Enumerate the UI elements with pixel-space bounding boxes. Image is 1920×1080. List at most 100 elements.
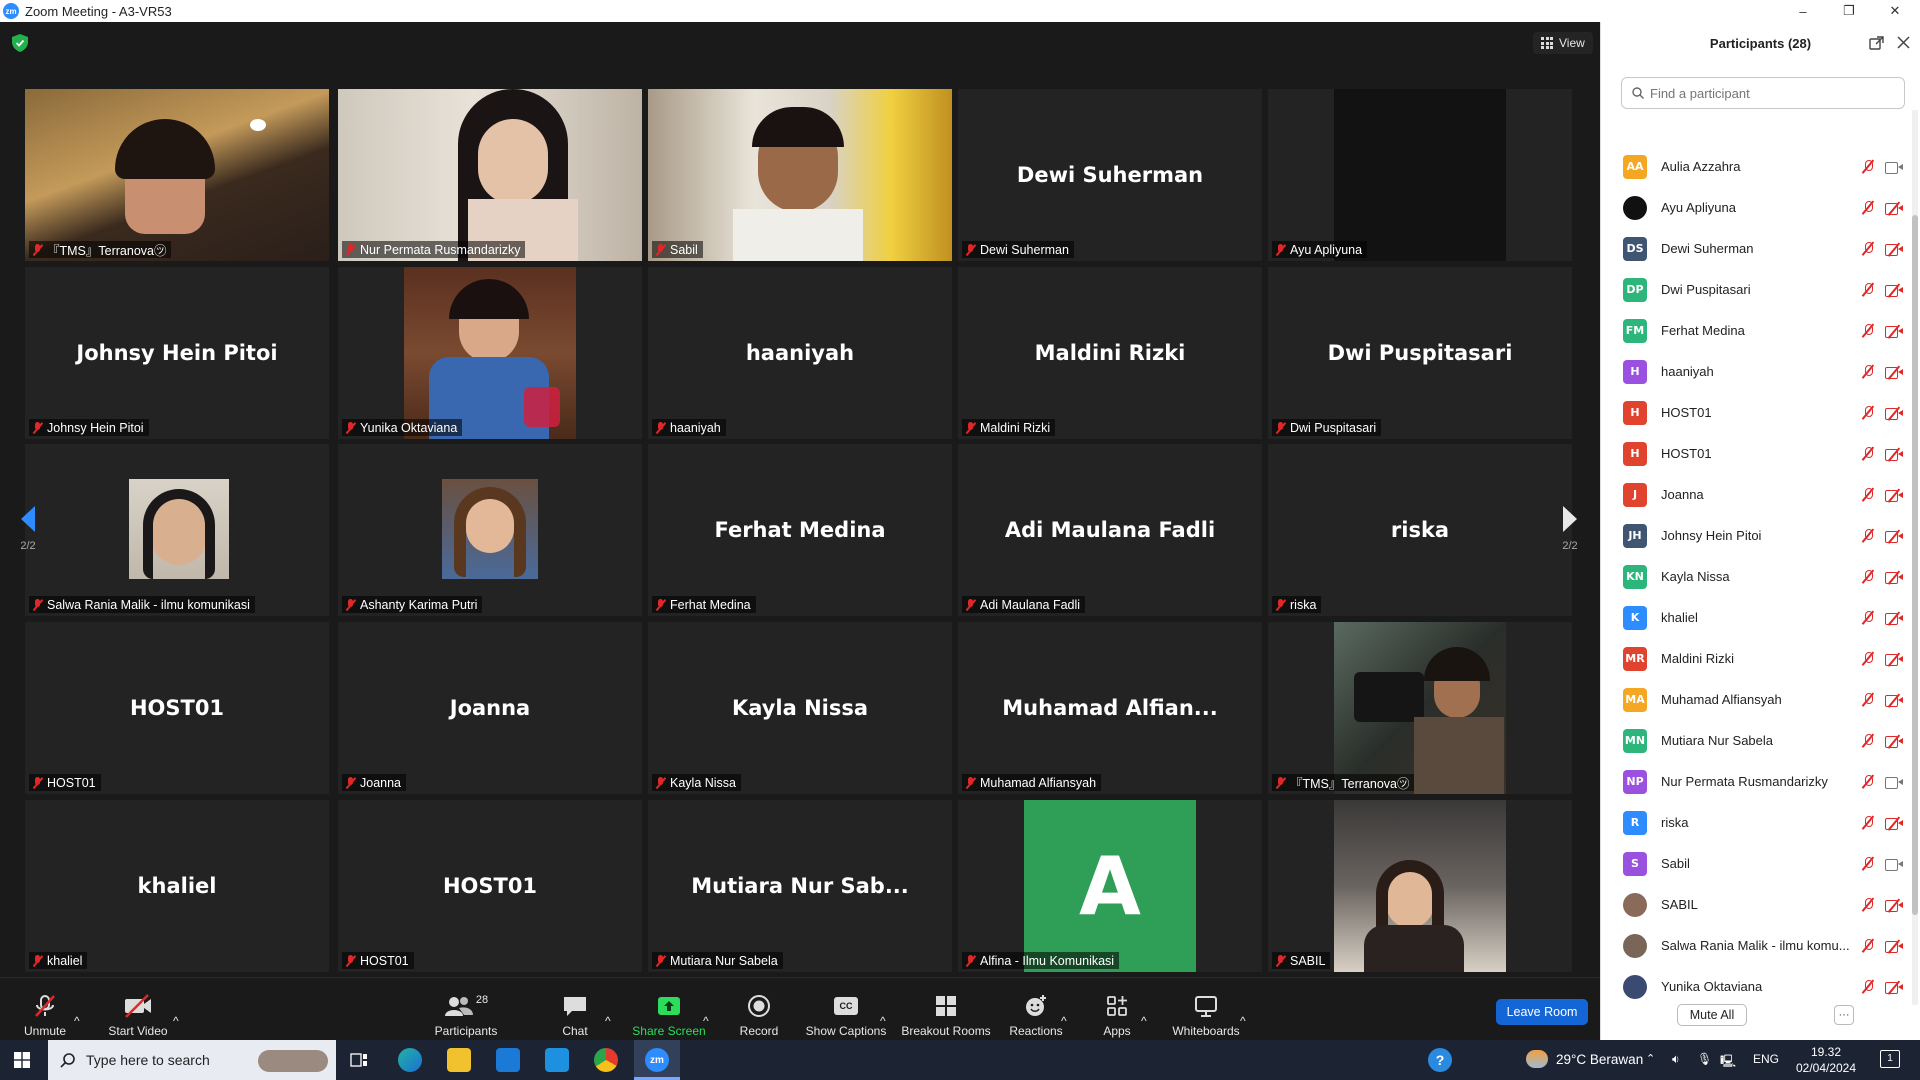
zoom-app-icon[interactable]: zm	[645, 1048, 669, 1072]
mic-muted-icon[interactable]	[1861, 610, 1875, 625]
mic-muted-icon[interactable]	[1861, 364, 1875, 379]
video-tile[interactable]: haaniyah haaniyah	[648, 267, 952, 439]
video-tile[interactable]: Salwa Rania Malik - ilmu komunikasi	[25, 444, 329, 616]
mic-muted-icon[interactable]	[1861, 241, 1875, 256]
panel-scrollbar[interactable]	[1912, 110, 1918, 1005]
video-tile[interactable]: Joanna Joanna	[338, 622, 642, 794]
mic-muted-icon[interactable]	[1861, 200, 1875, 215]
breakout-rooms-button[interactable]: Breakout Rooms	[900, 982, 992, 1038]
chrome-browser-icon[interactable]	[594, 1048, 618, 1072]
microphone-icon[interactable]: 🎙︎	[1697, 1052, 1712, 1066]
task-view-icon[interactable]	[350, 1052, 368, 1068]
participant-row[interactable]: MA Muhamad Alfiansyah	[1623, 679, 1903, 720]
file-explorer-icon[interactable]	[447, 1048, 471, 1072]
start-video-button[interactable]: Start Video	[105, 982, 171, 1038]
network-icon[interactable]: 🖳︎	[1720, 1052, 1736, 1073]
whiteboards-options-caret[interactable]: ^	[1240, 972, 1246, 1028]
share-screen-button[interactable]: Share Screen	[632, 982, 706, 1038]
video-tile[interactable]: Nur Permata Rusmandarizky	[338, 89, 642, 261]
participant-row[interactable]: FM Ferhat Medina	[1623, 310, 1903, 351]
taskbar-search[interactable]: Type here to search	[48, 1040, 336, 1080]
mic-muted-icon[interactable]	[1861, 856, 1875, 871]
video-tile[interactable]: Ayu Apliyuna	[1268, 89, 1572, 261]
chat-button[interactable]: Chat	[560, 982, 590, 1038]
close-panel-icon[interactable]	[1897, 36, 1910, 49]
participant-row[interactable]: Ayu Apliyuna	[1623, 187, 1903, 228]
video-off-icon[interactable]	[1885, 448, 1903, 461]
mic-muted-icon[interactable]	[1861, 487, 1875, 502]
previous-page-button[interactable]: 2/2	[10, 484, 46, 574]
video-off-icon[interactable]	[1885, 407, 1903, 420]
mic-muted-icon[interactable]	[1861, 405, 1875, 420]
participant-row[interactable]: H HOST01	[1623, 433, 1903, 474]
whiteboards-button[interactable]: Whiteboards	[1170, 982, 1242, 1038]
video-tile[interactable]: Muhamad Alfian... Muhamad Alfiansyah	[958, 622, 1262, 794]
participant-row[interactable]: MR Maldini Rizki	[1623, 638, 1903, 679]
mic-muted-icon[interactable]	[1861, 323, 1875, 338]
mic-muted-icon[interactable]	[1861, 651, 1875, 666]
video-tile[interactable]: Adi Maulana Fadli Adi Maulana Fadli	[958, 444, 1262, 616]
video-tile[interactable]: 『TMS』Terranova㋡	[1268, 622, 1572, 794]
participant-row[interactable]: DP Dwi Puspitasari	[1623, 269, 1903, 310]
reactions-button[interactable]: Reactions	[1008, 982, 1064, 1038]
video-off-icon[interactable]	[1885, 489, 1903, 502]
video-off-icon[interactable]	[1885, 981, 1903, 994]
video-tile[interactable]: Dewi Suherman Dewi Suherman	[958, 89, 1262, 261]
video-tile[interactable]: Johnsy Hein Pitoi Johnsy Hein Pitoi	[25, 267, 329, 439]
video-options-caret[interactable]: ^	[173, 972, 179, 1028]
participant-row[interactable]: KN Kayla Nissa	[1623, 556, 1903, 597]
video-on-icon[interactable]	[1885, 776, 1903, 789]
video-off-icon[interactable]	[1885, 735, 1903, 748]
close-window-button[interactable]: ✕	[1872, 0, 1918, 22]
video-off-icon[interactable]	[1885, 202, 1903, 215]
video-off-icon[interactable]	[1885, 325, 1903, 338]
help-icon[interactable]: ?	[1428, 1048, 1452, 1072]
video-tile[interactable]: 『TMS』Terranova㋡	[25, 89, 329, 261]
more-options-button[interactable]: ···	[1834, 1005, 1854, 1025]
view-button[interactable]: View	[1533, 32, 1593, 54]
mic-muted-icon[interactable]	[1861, 815, 1875, 830]
mic-muted-icon[interactable]	[1861, 733, 1875, 748]
video-tile[interactable]: Ashanty Karima Putri	[338, 444, 642, 616]
minimize-button[interactable]: –	[1780, 0, 1826, 22]
video-tile[interactable]: HOST01 HOST01	[338, 800, 642, 972]
participant-row[interactable]: NP Nur Permata Rusmandarizky	[1623, 761, 1903, 802]
video-on-icon[interactable]	[1885, 161, 1903, 174]
scrollbar-thumb[interactable]	[1912, 215, 1918, 915]
security-shield-icon[interactable]	[12, 34, 28, 52]
restore-button[interactable]: ❐	[1826, 0, 1872, 22]
weather-text[interactable]: 29°C Berawan	[1556, 1052, 1643, 1067]
participant-row[interactable]: DS Dewi Suherman	[1623, 228, 1903, 269]
participant-search[interactable]	[1621, 77, 1905, 109]
mute-all-button[interactable]: Mute All	[1677, 1004, 1747, 1026]
popout-icon[interactable]	[1869, 36, 1884, 51]
windows-start-icon[interactable]	[14, 1052, 30, 1068]
mic-muted-icon[interactable]	[1861, 569, 1875, 584]
mic-muted-icon[interactable]	[1861, 528, 1875, 543]
video-on-icon[interactable]	[1885, 858, 1903, 871]
video-off-icon[interactable]	[1885, 694, 1903, 707]
mic-muted-icon[interactable]	[1861, 282, 1875, 297]
participant-row[interactable]: S Sabil	[1623, 843, 1903, 884]
video-tile[interactable]: Kayla Nissa Kayla Nissa	[648, 622, 952, 794]
participants-button[interactable]: 28 Participants	[432, 982, 500, 1038]
edge-browser-icon[interactable]	[398, 1048, 422, 1072]
participant-row[interactable]: H HOST01	[1623, 392, 1903, 433]
mic-muted-icon[interactable]	[1861, 938, 1875, 953]
chat-options-caret[interactable]: ^	[605, 972, 611, 1028]
video-tile[interactable]: Yunika Oktaviana	[338, 267, 642, 439]
video-off-icon[interactable]	[1885, 899, 1903, 912]
audio-options-caret[interactable]: ^	[74, 972, 80, 1028]
reactions-options-caret[interactable]: ^	[1061, 972, 1067, 1028]
video-tile[interactable]: khaliel khaliel	[25, 800, 329, 972]
video-off-icon[interactable]	[1885, 612, 1903, 625]
video-tile[interactable]: A Alfina - Ilmu Komunikasi	[958, 800, 1262, 972]
video-tile[interactable]: riska riska	[1268, 444, 1572, 616]
volume-icon[interactable]: 🔉︎	[1672, 1052, 1680, 1067]
share-options-caret[interactable]: ^	[703, 972, 709, 1028]
video-tile[interactable]: Maldini Rizki Maldini Rizki	[958, 267, 1262, 439]
leave-room-button[interactable]: Leave Room	[1496, 999, 1588, 1025]
video-tile[interactable]: SABIL	[1268, 800, 1572, 972]
mic-muted-icon[interactable]	[1861, 159, 1875, 174]
participant-row[interactable]: MN Mutiara Nur Sabela	[1623, 720, 1903, 761]
